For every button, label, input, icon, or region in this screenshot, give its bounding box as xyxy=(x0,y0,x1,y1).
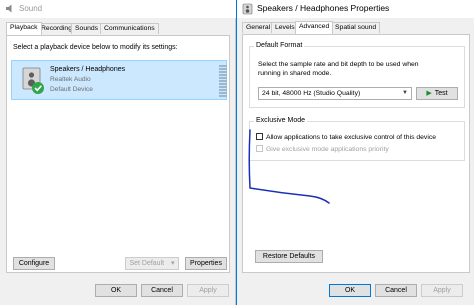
properties-cancel-button[interactable]: Cancel xyxy=(375,284,417,297)
set-default-button[interactable]: Set Default ▾ xyxy=(125,257,179,270)
tab-playback[interactable]: Playback xyxy=(6,22,42,35)
sound-apply-button[interactable]: Apply xyxy=(187,284,229,297)
sound-cancel-button[interactable]: Cancel xyxy=(141,284,183,297)
speaker-app-icon xyxy=(6,4,12,13)
exclusive-priority-checkbox-row[interactable]: Give exclusive mode applications priorit… xyxy=(256,145,389,155)
restore-defaults-button[interactable]: Restore Defaults xyxy=(255,250,323,263)
chevron-down-icon: ▾ xyxy=(171,260,175,267)
playback-panel: Select a playback device below to modify… xyxy=(6,35,230,273)
level-meter xyxy=(219,65,227,97)
chevron-down-icon: ▼ xyxy=(402,90,408,96)
sound-ok-button[interactable]: OK xyxy=(95,284,137,297)
sound-titlebar[interactable]: Sound xyxy=(0,0,236,18)
sound-window-title: Sound xyxy=(19,4,43,13)
format-dropdown-value: 24 bit, 48000 Hz (Studio Quality) xyxy=(262,90,361,97)
test-button[interactable]: ▶ Test xyxy=(416,87,458,100)
properties-titlebar[interactable]: Speakers / Headphones Properties xyxy=(237,0,474,18)
test-button-label: Test xyxy=(434,90,448,97)
default-format-label: Default Format xyxy=(254,42,305,49)
device-list-item-speakers[interactable]: Speakers / Headphones Realtek Audio Defa… xyxy=(11,60,227,100)
allow-exclusive-label: Allow applications to take exclusive con… xyxy=(266,134,437,141)
configure-button[interactable]: Configure xyxy=(13,257,55,270)
set-default-label: Set Default xyxy=(129,260,165,267)
format-dropdown[interactable]: 24 bit, 48000 Hz (Studio Quality) ▼ xyxy=(258,87,412,100)
sound-window: Sound Playback Recording Sounds Communic… xyxy=(0,0,236,305)
device-status: Default Device xyxy=(50,86,93,93)
tab-spatial-sound[interactable]: Spatial sound xyxy=(331,22,381,33)
properties-apply-button[interactable]: Apply xyxy=(421,284,463,297)
check-badge-icon xyxy=(32,82,44,94)
tab-sounds[interactable]: Sounds xyxy=(71,23,103,34)
exclusive-mode-label: Exclusive Mode xyxy=(254,117,308,124)
default-format-group: Default Format Select the sample rate an… xyxy=(249,42,465,108)
tab-advanced[interactable]: Advanced xyxy=(295,21,334,34)
advanced-panel: Default Format Select the sample rate an… xyxy=(242,34,470,273)
playback-instruction: Select a playback device below to modify… xyxy=(13,44,178,51)
exclusive-priority-label: Give exclusive mode applications priorit… xyxy=(266,146,389,153)
device-driver: Realtek Audio xyxy=(50,76,91,83)
speaker-icon xyxy=(22,67,44,94)
properties-button[interactable]: Properties xyxy=(185,257,227,270)
device-name: Speakers / Headphones xyxy=(50,66,126,73)
allow-exclusive-checkbox[interactable] xyxy=(256,133,263,140)
properties-ok-button[interactable]: OK xyxy=(329,284,371,297)
play-icon: ▶ xyxy=(426,90,432,97)
properties-window-title: Speakers / Headphones Properties xyxy=(257,3,390,13)
properties-window: Speakers / Headphones Properties General… xyxy=(236,0,474,305)
tab-communications[interactable]: Communications xyxy=(100,23,159,34)
speaker-app-icon xyxy=(242,3,253,15)
tab-general[interactable]: General xyxy=(242,22,275,33)
exclusive-priority-checkbox[interactable] xyxy=(256,145,263,152)
exclusive-mode-group: Exclusive Mode Allow applications to tak… xyxy=(249,117,465,161)
default-format-description: Select the sample rate and bit depth to … xyxy=(258,61,419,77)
allow-exclusive-checkbox-row[interactable]: Allow applications to take exclusive con… xyxy=(256,133,436,143)
